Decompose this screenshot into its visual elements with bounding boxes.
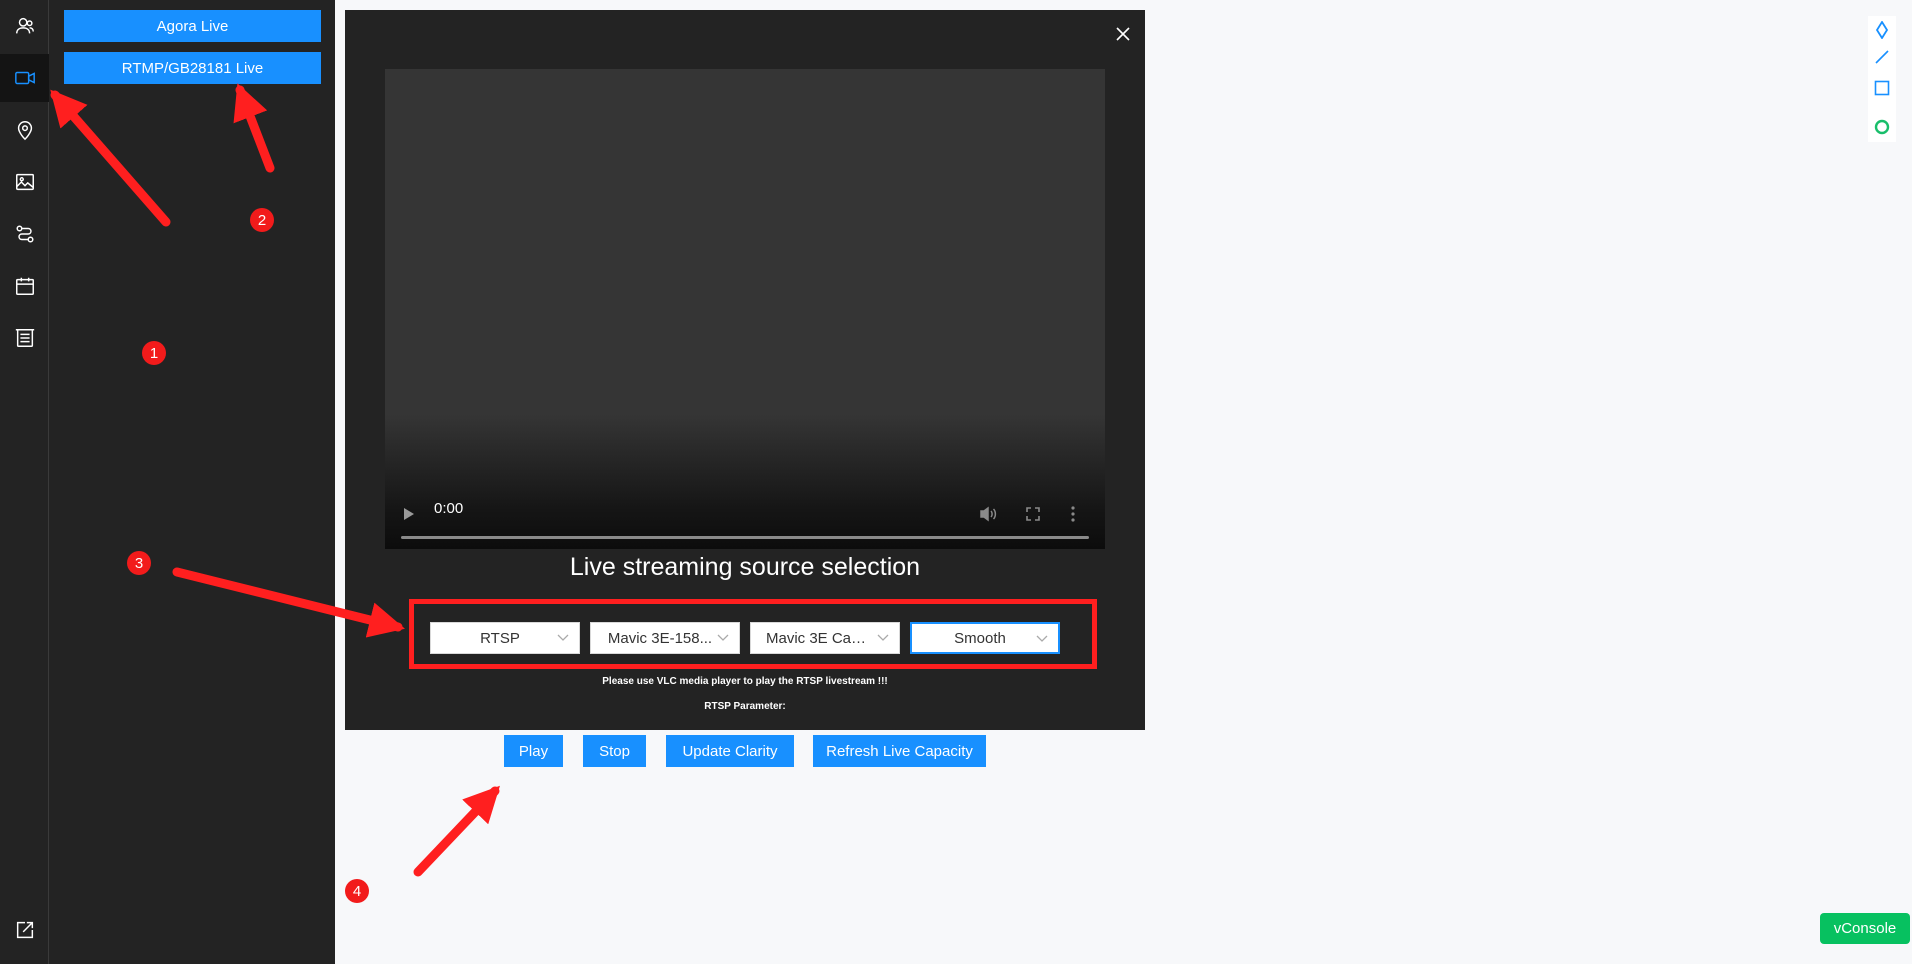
close-button[interactable] [1109, 20, 1137, 48]
video-time: 0:00 [434, 500, 464, 517]
rail-livestream[interactable] [0, 54, 49, 102]
volume-icon [980, 506, 997, 522]
camera-select-value: Mavic 3E Cam... [766, 629, 874, 647]
stop-button[interactable]: Stop [583, 735, 646, 767]
rail-wayline[interactable] [0, 210, 49, 258]
chevron-down-icon [717, 634, 729, 641]
rail-map[interactable] [0, 106, 49, 154]
protocol-select-value: RTSP [480, 629, 520, 647]
refresh-live-capacity-button[interactable]: Refresh Live Capacity [813, 735, 986, 767]
rail-team[interactable] [0, 2, 49, 50]
clarity-select-value: Smooth [954, 629, 1006, 647]
source-selection-title: Live streaming source selection [569, 553, 921, 581]
video-progress-bar[interactable] [401, 536, 1089, 539]
close-icon [1116, 27, 1130, 41]
step-badge-2: 2 [250, 208, 274, 232]
arrow-step-4 [413, 785, 500, 877]
step-badge-1: 1 [142, 341, 166, 365]
step-badge-4: 4 [345, 879, 369, 903]
chevron-down-icon [1036, 635, 1048, 642]
chevron-down-icon [877, 634, 889, 641]
square-icon [1874, 80, 1890, 96]
livestream-panel: 0:00 Live streaming source selection RTS… [345, 10, 1145, 730]
line-tool[interactable] [1872, 47, 1892, 67]
play-icon [404, 508, 414, 520]
mute-control[interactable] [979, 504, 997, 524]
rail-firmware[interactable] [0, 314, 49, 362]
rail-exit[interactable] [0, 906, 49, 954]
location-pin-icon [17, 121, 32, 141]
camera-select[interactable]: Mavic 3E Cam... [750, 622, 900, 654]
route-icon [15, 225, 34, 243]
vconsole-button[interactable]: vConsole [1820, 913, 1910, 944]
play-control[interactable] [403, 504, 415, 524]
fullscreen-control[interactable] [1026, 504, 1040, 524]
line-icon [1875, 50, 1889, 64]
play-button[interactable]: Play [504, 735, 563, 767]
fullscreen-icon [1026, 507, 1040, 521]
pin-tool[interactable] [1872, 20, 1892, 40]
circle-tool[interactable] [1872, 117, 1892, 137]
protocol-select[interactable]: RTSP [430, 622, 580, 654]
update-clarity-button[interactable]: Update Clarity [666, 735, 794, 767]
more-options-control[interactable] [1071, 504, 1075, 524]
video-player[interactable]: 0:00 [385, 69, 1105, 549]
livestream-sidebar: Agora Live RTMP/GB28181 Live [49, 0, 335, 964]
icon-rail [0, 0, 49, 964]
calendar-icon [15, 277, 34, 295]
device-select-value: Mavic 3E-158... [607, 629, 713, 647]
clarity-select[interactable]: Smooth [910, 622, 1060, 654]
rail-media[interactable] [0, 158, 49, 206]
drawing-toolbar [1868, 16, 1896, 142]
diamond-pin-icon [1875, 21, 1889, 39]
image-icon [15, 173, 34, 191]
rtmp-gb28181-live-button[interactable]: RTMP/GB28181 Live [64, 52, 321, 84]
video-camera-icon [14, 71, 35, 85]
circle-icon [1874, 119, 1890, 135]
device-select[interactable]: Mavic 3E-158... [590, 622, 740, 654]
rtsp-parameter-label: RTSP Parameter: [704, 701, 786, 712]
rail-task-plan[interactable] [0, 262, 49, 310]
agora-live-button[interactable]: Agora Live [64, 10, 321, 42]
chevron-down-icon [557, 634, 569, 641]
more-vertical-icon [1071, 506, 1075, 522]
rectangle-tool[interactable] [1872, 78, 1892, 98]
vlc-note: Please use VLC media player to play the … [602, 676, 888, 687]
users-icon [15, 17, 34, 34]
external-link-icon [16, 921, 33, 939]
list-panel-icon [15, 329, 34, 347]
step-badge-3: 3 [127, 551, 151, 575]
